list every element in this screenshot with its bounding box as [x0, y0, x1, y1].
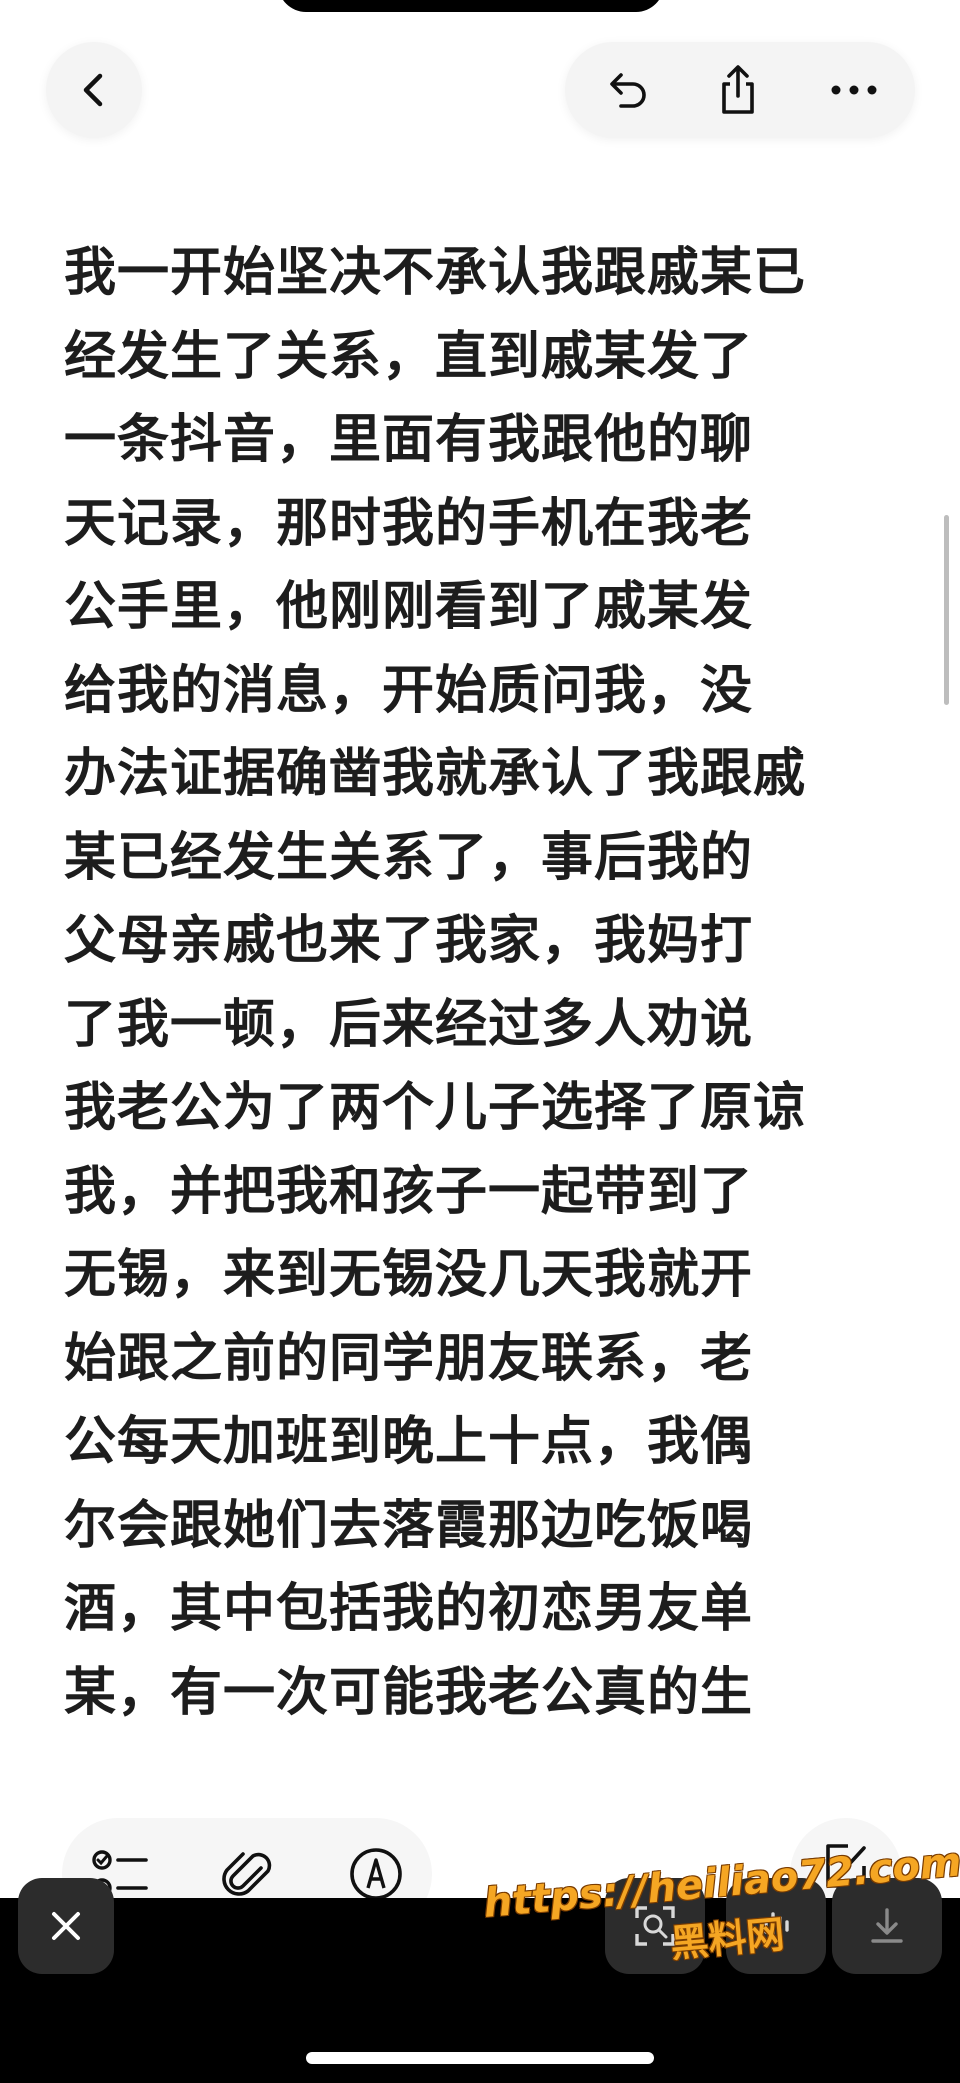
close-icon: [52, 1912, 80, 1940]
home-indicator[interactable]: [306, 2052, 654, 2064]
note-line: 经发生了关系，直到戚某发了: [64, 326, 754, 387]
undo-icon: [610, 73, 646, 108]
attachment-icon: [222, 1852, 272, 1896]
note-line: 某已经发生关系了，事后我的: [64, 827, 754, 888]
scroll-indicator[interactable]: [944, 515, 949, 705]
note-line: 我，并把我和孩子一起带到了: [64, 1161, 754, 1222]
note-line: 父母亲戚也来了我家，我妈打: [64, 911, 754, 971]
close-button[interactable]: [18, 1878, 114, 1974]
note-line: 给我的消息，开始质问我，没: [64, 660, 754, 721]
back-button[interactable]: [46, 42, 142, 138]
note-line: 公每天加班到晚上十点，我偶: [64, 1412, 754, 1472]
note-line: 公手里，他刚刚看到了戚某发: [64, 577, 754, 637]
more-button[interactable]: [793, 42, 915, 138]
note-line: 了我一顿，后来经过多人劝说: [64, 994, 754, 1055]
note-line: 天记录，那时我的手机在我老: [64, 493, 754, 554]
back-icon: [83, 73, 103, 107]
share-icon: [722, 65, 754, 114]
note-body[interactable]: 我一开始坚决不承认我跟戚某已 经发生了关系，直到戚某发了 一条抖音，里面有我跟他…: [64, 232, 914, 1735]
note-line: 尔会跟她们去落霞那边吃饭喝: [64, 1495, 754, 1556]
note-line: 我一开始坚决不承认我跟戚某已: [64, 243, 807, 303]
note-line: 办法证据确凿我就承认了我跟戚: [64, 744, 807, 804]
more-icon: [831, 85, 877, 95]
top-navigation-bar: [0, 0, 960, 170]
note-line: 某，有一次可能我老公真的生: [64, 1662, 754, 1723]
note-line: 一条抖音，里面有我跟他的聊: [64, 410, 754, 470]
note-actions-group: [565, 42, 915, 138]
note-line: 无锡，来到无锡没几天我就开: [64, 1245, 754, 1305]
note-line: 我老公为了两个儿子选择了原谅: [64, 1078, 807, 1138]
share-button[interactable]: [683, 42, 793, 138]
note-line: 始跟之前的同学朋友联系，老: [64, 1328, 754, 1389]
note-line: 酒，其中包括我的初恋男友单: [64, 1579, 754, 1639]
markup-icon: [350, 1848, 402, 1900]
undo-button[interactable]: [565, 42, 685, 138]
